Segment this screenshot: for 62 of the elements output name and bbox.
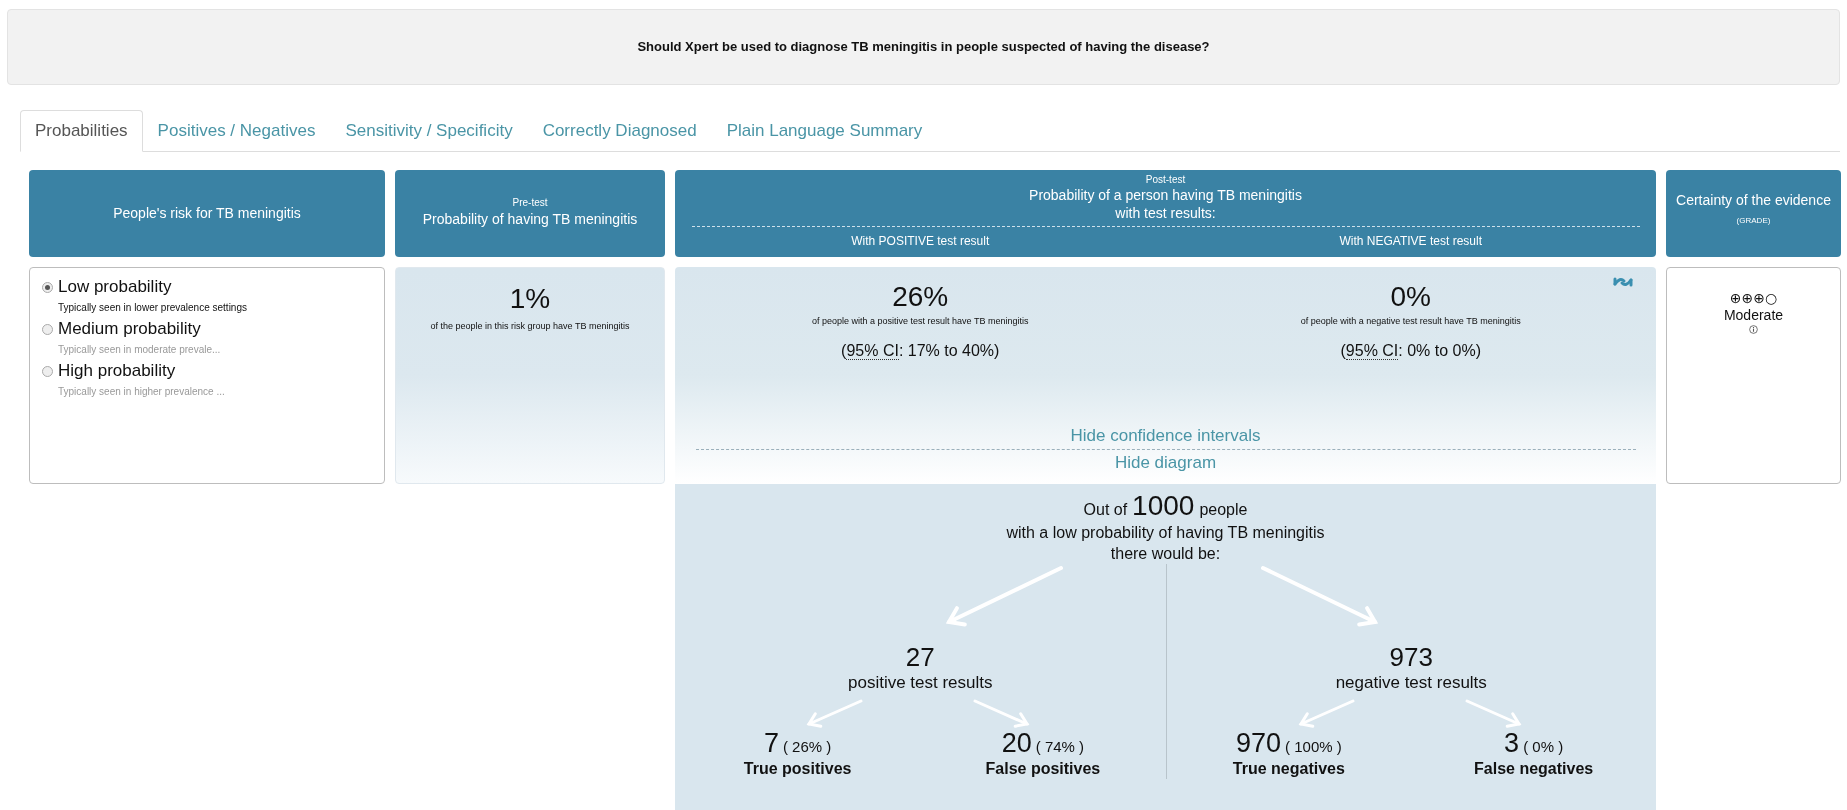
- header-title: Probability of having TB meningitis: [422, 210, 638, 229]
- radio-button[interactable]: [42, 281, 53, 293]
- posttest-caption: of people with a negative test result have TB meningitis: [1300, 315, 1521, 328]
- outcome-count: 3: [1504, 728, 1520, 758]
- option-label[interactable]: High probability: [58, 360, 176, 382]
- outcome-count: 20: [1001, 728, 1032, 758]
- posttest-caption: of people with a positive test result have TB meningitis: [812, 315, 1029, 328]
- outcome-count: 970: [1236, 728, 1282, 758]
- intro-text: Out of: [1083, 500, 1128, 520]
- header-overline: Pre-test: [512, 197, 548, 209]
- outcome-percent: ( 100% ): [1285, 737, 1342, 757]
- branch-count: 973: [1389, 642, 1433, 672]
- radio-button[interactable]: [42, 323, 53, 335]
- certainty-rating: ⊕⊕⊕○: [1729, 290, 1778, 306]
- branch-count: 27: [905, 642, 935, 672]
- branch-label: positive test results: [847, 672, 993, 694]
- header-title: Certainty of the evidence: [1676, 191, 1831, 210]
- pretest-value: 1%: [509, 282, 551, 316]
- option-note: Typically seen in lower prevalence settings: [58, 301, 248, 315]
- confidence-interval: (95% CI: 0% to 0%): [1340, 340, 1481, 362]
- option-label[interactable]: Low probability: [58, 276, 172, 298]
- header-title: Probability of a person having TB meningitis: [1029, 186, 1302, 204]
- outcome-label: True negatives: [1232, 758, 1345, 779]
- arrow: [805, 698, 865, 728]
- outcome-label: True positives: [743, 758, 852, 779]
- certainty-label: Moderate: [1723, 306, 1784, 324]
- posttest-value: 0%: [1390, 281, 1431, 313]
- outcome-percent: ( 26% ): [782, 737, 832, 757]
- header-title: with test results:: [1115, 204, 1216, 222]
- tab[interactable]: Positives / Negatives: [142, 110, 331, 152]
- header-overline: Post-test: [1145, 174, 1186, 186]
- pretest-caption: of the people in this risk group have TB meningitis: [430, 320, 630, 333]
- outcome-label: False positives: [985, 758, 1101, 779]
- tab[interactable]: Correctly Diagnosed: [527, 110, 712, 152]
- posttest-value: 26%: [892, 281, 949, 313]
- intro-text: there would be:: [1110, 544, 1221, 564]
- outcome-percent: ( 74% ): [1035, 737, 1085, 757]
- outcome-count: 7: [763, 728, 779, 758]
- option-label[interactable]: Medium probability: [58, 318, 201, 340]
- header-title: People's risk for TB meningitis: [113, 204, 301, 223]
- confidence-interval: (95% CI: 17% to 40%): [841, 340, 1000, 362]
- option-note: Typically seen in moderate prevale...: [58, 343, 222, 357]
- intro-text: people: [1199, 500, 1248, 520]
- tab[interactable]: Plain Language Summary: [711, 110, 938, 152]
- intro-text: with a low probability of having TB meningitis: [1006, 523, 1325, 543]
- tab[interactable]: Sensitivity / Specificity: [330, 110, 528, 152]
- header-subtitle: With POSITIVE test result: [850, 233, 991, 250]
- header-subtitle: (GRADE): [1736, 215, 1771, 227]
- option-note: Typically seen in higher prevalence ...: [58, 385, 226, 399]
- tab[interactable]: Probabilities: [20, 110, 143, 152]
- toggle-link[interactable]: Hide confidence intervals: [1070, 425, 1261, 447]
- question-text: Should Xpert be used to diagnose TB meningitis in people suspected of having the disease?: [637, 38, 1210, 57]
- header-subtitle: With NEGATIVE test result: [1338, 233, 1483, 250]
- toggle-link[interactable]: Hide diagram: [1114, 452, 1217, 474]
- branch-label: negative test results: [1335, 672, 1487, 694]
- outcome-percent: ( 0% ): [1523, 737, 1564, 757]
- intro-total: 1000: [1132, 490, 1195, 522]
- arrow: [1296, 698, 1357, 728]
- info-icon[interactable]: [1749, 325, 1758, 334]
- outcome-label: False negatives: [1474, 758, 1594, 779]
- arrow: [971, 698, 1031, 728]
- radio-button[interactable]: [42, 365, 53, 377]
